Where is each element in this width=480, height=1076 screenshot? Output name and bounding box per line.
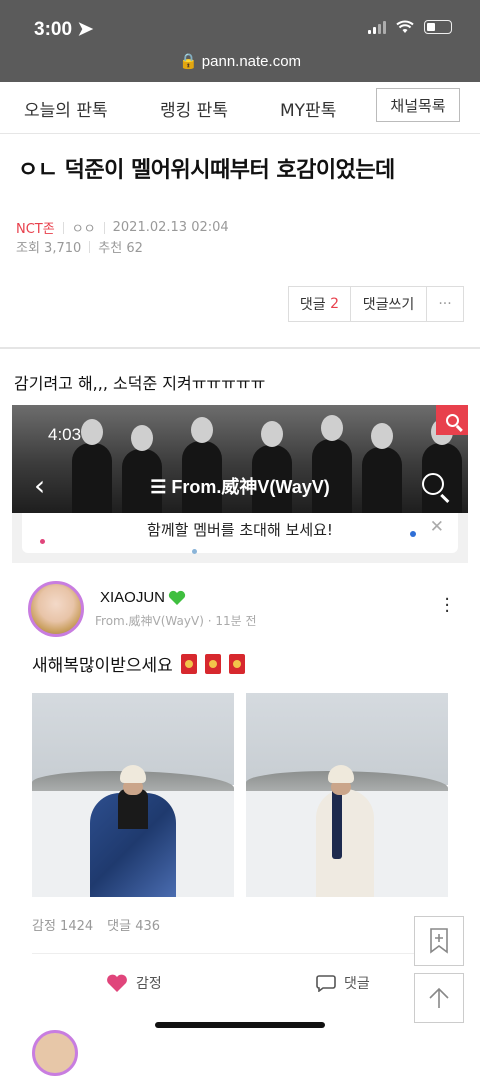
more-vert-icon[interactable]: · · · <box>444 591 450 621</box>
wifi-icon <box>396 20 414 33</box>
close-icon: ✕ <box>429 517 444 537</box>
search-icon[interactable] <box>436 405 468 435</box>
article-meta: NCT존 ㅇㅇ 2021.02.13 02:04 <box>16 218 229 237</box>
embed-clock: 4:03 <box>48 425 82 444</box>
comment-button[interactable]: 댓글 <box>316 973 370 993</box>
post-photo-1[interactable] <box>32 693 234 897</box>
location-arrow-icon: ➤ <box>77 19 94 40</box>
tab-today[interactable]: 오늘의 판톡 <box>24 96 108 121</box>
bookmark-button[interactable] <box>414 916 464 966</box>
red-envelope-icon <box>204 653 221 674</box>
green-heart-icon <box>168 590 186 605</box>
bookmark-plus-icon <box>430 928 448 954</box>
next-post-avatar[interactable] <box>32 1030 78 1076</box>
status-icons <box>368 20 452 34</box>
clock: 3:00 ➤ <box>34 19 94 40</box>
emotion-count: 감정 1424 <box>32 919 94 934</box>
article-stats: 조회 3,710 추천 62 <box>16 237 143 256</box>
red-envelope-icon <box>180 653 197 674</box>
red-envelope-icon <box>228 653 245 674</box>
embed-channel-title: ☰ From.威神V(WayV) <box>150 477 330 497</box>
battery-icon <box>424 20 452 34</box>
embedded-screenshot: 4:03 ‹ ☰ From.威神V(WayV) 함께할 멤버를 초대해 보세요!… <box>12 405 468 563</box>
invite-banner-text: 함께할 멤버를 초대해 보세요! <box>147 521 333 539</box>
article-body: 감기려고 해,,, 소덕준 지켜ㅠㅠㅠㅠㅠ <box>14 374 266 393</box>
author-name: ㅇㅇ <box>71 222 96 237</box>
post-stats: 감정 1424 댓글 436 <box>32 915 160 934</box>
signal-icon <box>368 20 386 34</box>
embed-search-icon <box>422 473 444 495</box>
group-photo: 4:03 ‹ ☰ From.威神V(WayV) <box>12 405 468 513</box>
section-divider <box>0 347 480 349</box>
heart-icon <box>107 974 127 992</box>
comments-button[interactable]: 댓글 2 <box>289 287 351 321</box>
like-button[interactable]: 감정 <box>106 973 162 993</box>
tab-ranking[interactable]: 랭킹 판톡 <box>160 96 228 121</box>
arrow-up-icon <box>429 987 449 1008</box>
invite-banner: 함께할 멤버를 초대해 보세요! ✕ <box>22 513 458 554</box>
comment-bubble-icon <box>316 975 336 992</box>
url-bar[interactable]: 🔒 pann.nate.com <box>0 52 480 70</box>
top-nav: 오늘의 판톡 랭킹 판톡 MY판톡 채널목록 <box>0 82 480 134</box>
write-comment-button[interactable]: 댓글쓰기 <box>351 287 427 321</box>
view-count: 조회 3,710 <box>16 241 82 256</box>
post-date: 2021.02.13 02:04 <box>112 220 229 235</box>
article-title: ㅇㄴ 덕준이 멜어위시때부터 호감이었는데 <box>18 158 395 183</box>
avatar[interactable] <box>28 581 84 637</box>
post-divider <box>32 953 448 954</box>
tab-my[interactable]: MY판톡 <box>280 96 336 121</box>
home-indicator <box>155 1022 325 1028</box>
post-author[interactable]: XIAOJUN <box>100 589 186 606</box>
channel-list-button[interactable]: 채널목록 <box>376 88 460 122</box>
post-text: 새해복많이받으세요 <box>32 651 245 676</box>
scroll-top-button[interactable] <box>414 973 464 1023</box>
lock-icon: 🔒 <box>178 53 198 70</box>
recommend-count: 추천 62 <box>98 241 143 256</box>
post-photo-2[interactable] <box>246 693 448 897</box>
more-button[interactable]: ··· <box>427 287 463 321</box>
post-meta: From.威神V(WayV) · 11분 전 <box>95 614 257 628</box>
category-link[interactable]: NCT존 <box>16 218 55 237</box>
status-bar: 3:00 ➤ 🔒 pann.nate.com <box>0 0 480 82</box>
comment-count: 댓글 436 <box>107 919 161 934</box>
article-actions: 댓글 2 댓글쓰기 ··· <box>288 286 464 322</box>
post-card: XIAOJUN From.威神V(WayV) · 11분 전 · · · 새해복많이… <box>0 575 480 1039</box>
